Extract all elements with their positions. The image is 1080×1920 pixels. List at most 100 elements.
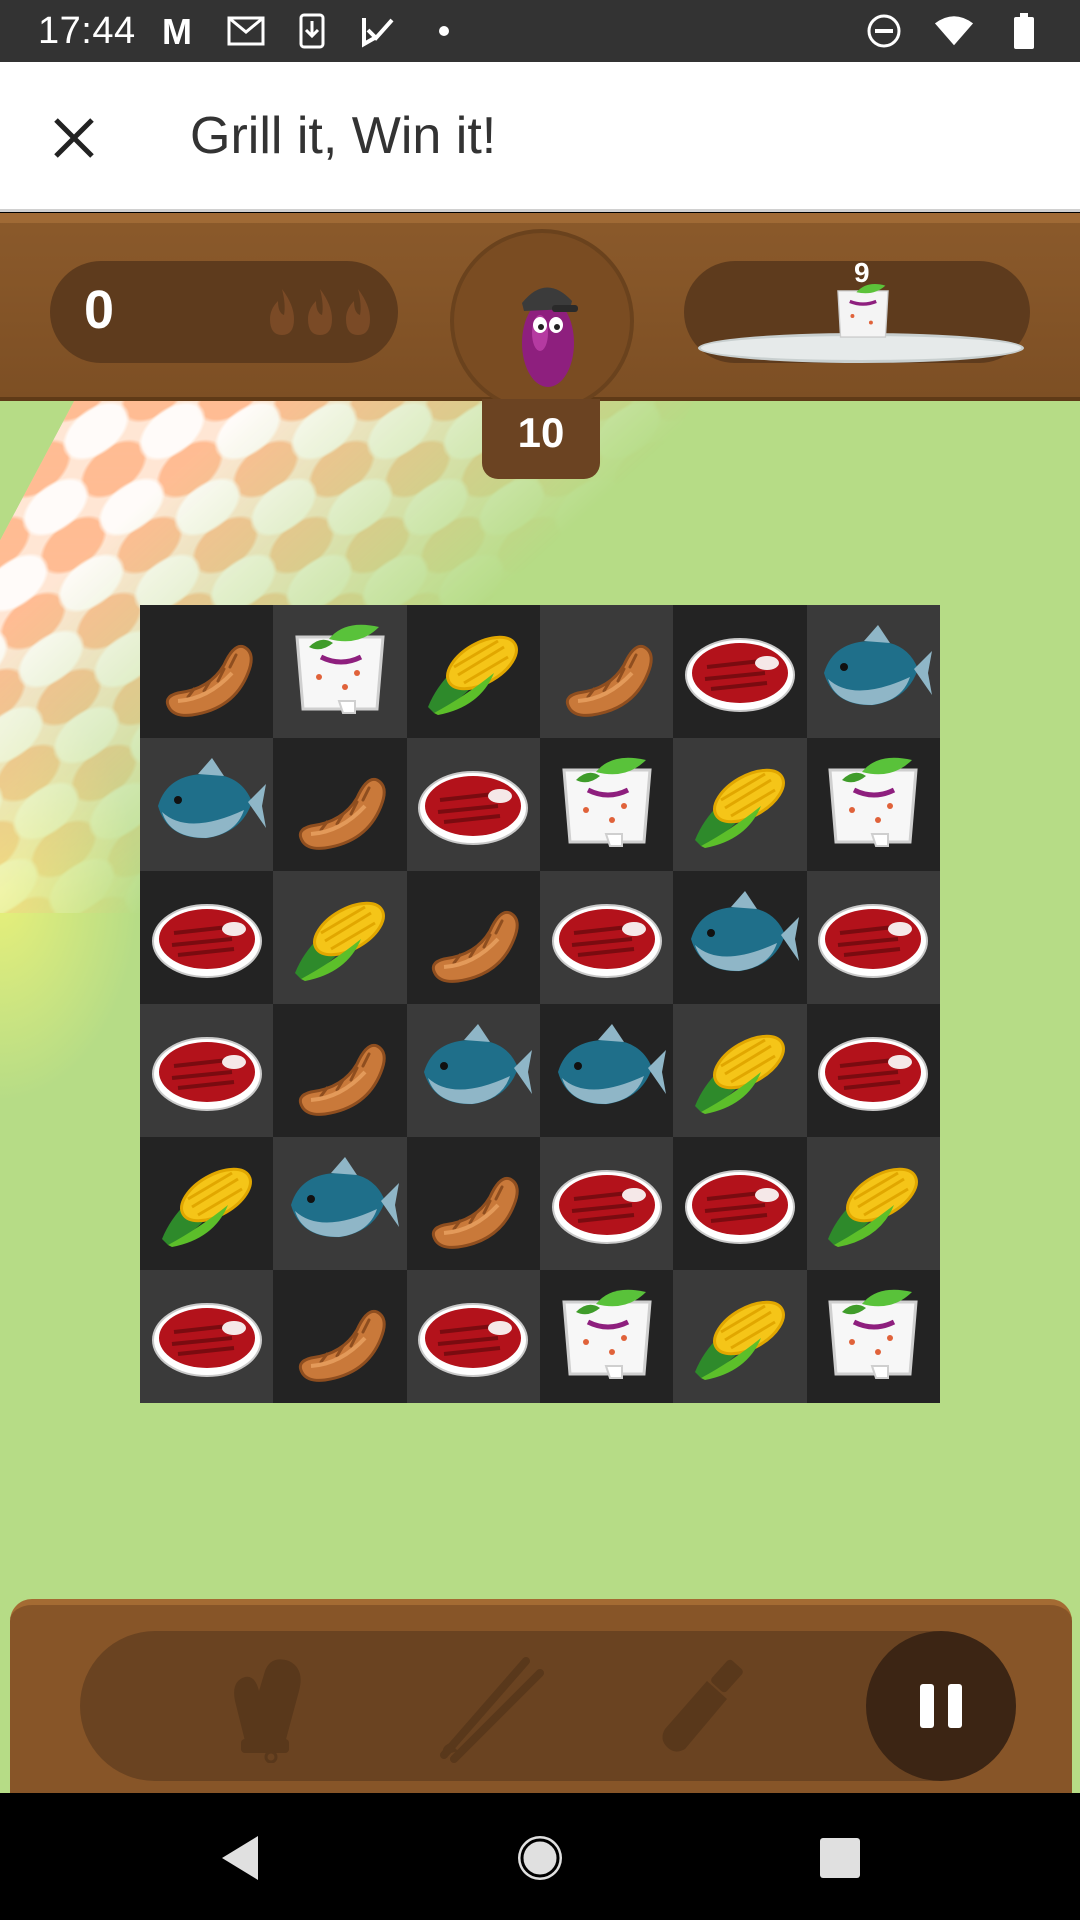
board-cell[interactable]	[273, 605, 407, 738]
navigation-bar	[0, 1794, 1080, 1920]
board-cell[interactable]	[273, 871, 407, 1004]
board-cell[interactable]	[406, 738, 540, 871]
battery-icon	[1004, 13, 1044, 49]
sauce-bottle-icon	[662, 1659, 743, 1752]
hud-board: 0 9 10	[0, 213, 1080, 479]
close-icon	[54, 118, 94, 158]
flame-icon	[270, 289, 294, 335]
corn-icon	[694, 1300, 785, 1380]
oven-mitt-icon	[234, 1659, 301, 1763]
steak-icon	[418, 1302, 529, 1377]
gmail-m-icon: M	[160, 13, 200, 49]
board-cell[interactable]	[806, 1270, 940, 1403]
board-cell[interactable]	[806, 871, 940, 1004]
steak-icon	[818, 1036, 929, 1111]
steak-icon	[684, 637, 795, 712]
board-cell[interactable]	[273, 1270, 407, 1403]
tool-board	[10, 1599, 1072, 1793]
board-cell[interactable]	[539, 1137, 674, 1270]
board-cell[interactable]	[806, 1004, 940, 1137]
recents-icon	[820, 1838, 860, 1878]
corn-icon	[428, 635, 519, 715]
moves-panel: 10	[482, 399, 600, 479]
board-cell[interactable]	[673, 605, 807, 738]
board-cell[interactable]	[140, 1004, 274, 1137]
steak-icon	[151, 903, 262, 978]
board-cell[interactable]	[273, 1137, 407, 1270]
board-cell[interactable]	[539, 738, 674, 871]
board-cell[interactable]	[539, 605, 674, 738]
board-cell[interactable]	[140, 738, 274, 871]
fish-icon	[824, 624, 933, 705]
corn-icon	[294, 901, 385, 981]
tofu-icon	[562, 1289, 652, 1379]
board-cell[interactable]	[406, 871, 540, 1004]
board-cell[interactable]	[406, 1004, 540, 1137]
board-cell[interactable]	[673, 1270, 807, 1403]
board-cell[interactable]	[539, 1004, 674, 1137]
fish-icon	[557, 1023, 666, 1104]
sausage-icon	[298, 1043, 386, 1116]
status-time: 17:44	[38, 10, 136, 52]
tofu-icon	[828, 757, 918, 847]
board-cell[interactable]	[406, 1270, 540, 1403]
board-cell[interactable]	[673, 871, 807, 1004]
character-badge	[450, 229, 634, 413]
board-cell[interactable]	[140, 871, 274, 1004]
board-cell[interactable]	[673, 738, 807, 871]
pause-button[interactable]	[866, 1631, 1016, 1781]
sausage-icon	[298, 1309, 386, 1382]
steak-icon	[551, 1169, 662, 1244]
sausage-icon	[432, 1176, 519, 1249]
board-cell[interactable]	[406, 605, 540, 738]
board-cell[interactable]	[806, 605, 940, 738]
fish-icon	[424, 1023, 533, 1104]
corn-icon	[828, 1167, 919, 1247]
tool-tray	[80, 1631, 1016, 1781]
back-button[interactable]	[212, 1830, 268, 1886]
recents-button[interactable]	[812, 1830, 868, 1886]
score-value: 0	[84, 280, 115, 340]
status-bar: 17:44 M	[0, 0, 1080, 62]
board-cell[interactable]	[140, 1137, 274, 1270]
close-button[interactable]	[44, 108, 104, 168]
goal-panel: 9	[684, 257, 1030, 363]
pause-icon	[913, 1684, 969, 1728]
board-cell[interactable]	[539, 871, 674, 1004]
board-cell[interactable]	[273, 738, 407, 871]
oven-mitt-tool[interactable]	[210, 1651, 330, 1763]
wifi-icon	[934, 13, 974, 49]
corn-icon	[161, 1167, 252, 1247]
goal-count: 9	[854, 257, 870, 288]
game-area: 0 9 10	[0, 213, 1080, 1793]
tongs-tool[interactable]	[430, 1651, 550, 1763]
fish-icon	[690, 890, 799, 971]
flame-icon	[346, 289, 370, 335]
home-button[interactable]	[512, 1830, 568, 1886]
board-cell[interactable]	[806, 738, 940, 871]
board-cell[interactable]	[539, 1270, 674, 1403]
svg-text:M: M	[162, 14, 192, 48]
steak-icon	[418, 770, 529, 845]
tofu-icon	[562, 757, 652, 847]
dot-icon	[424, 13, 464, 49]
board-cell[interactable]	[140, 1270, 274, 1403]
gmail-outline-icon	[226, 13, 266, 49]
board-cell[interactable]	[273, 1004, 407, 1137]
back-icon	[222, 1836, 258, 1880]
tongs-icon	[440, 1657, 544, 1763]
corn-icon	[694, 1034, 785, 1114]
board-cell[interactable]	[140, 605, 274, 738]
board-cell[interactable]	[673, 1004, 807, 1137]
board-cell[interactable]	[806, 1137, 940, 1270]
board-cell[interactable]	[406, 1137, 540, 1270]
sauce-bottle-tool[interactable]	[640, 1651, 760, 1763]
board-cell[interactable]	[673, 1137, 807, 1270]
corn-icon	[694, 768, 785, 848]
download-icon	[292, 13, 332, 49]
sausage-icon	[165, 644, 253, 717]
steak-icon	[818, 903, 929, 978]
steak-icon	[151, 1036, 262, 1111]
steak-icon	[551, 903, 662, 978]
steak-icon	[684, 1169, 795, 1244]
